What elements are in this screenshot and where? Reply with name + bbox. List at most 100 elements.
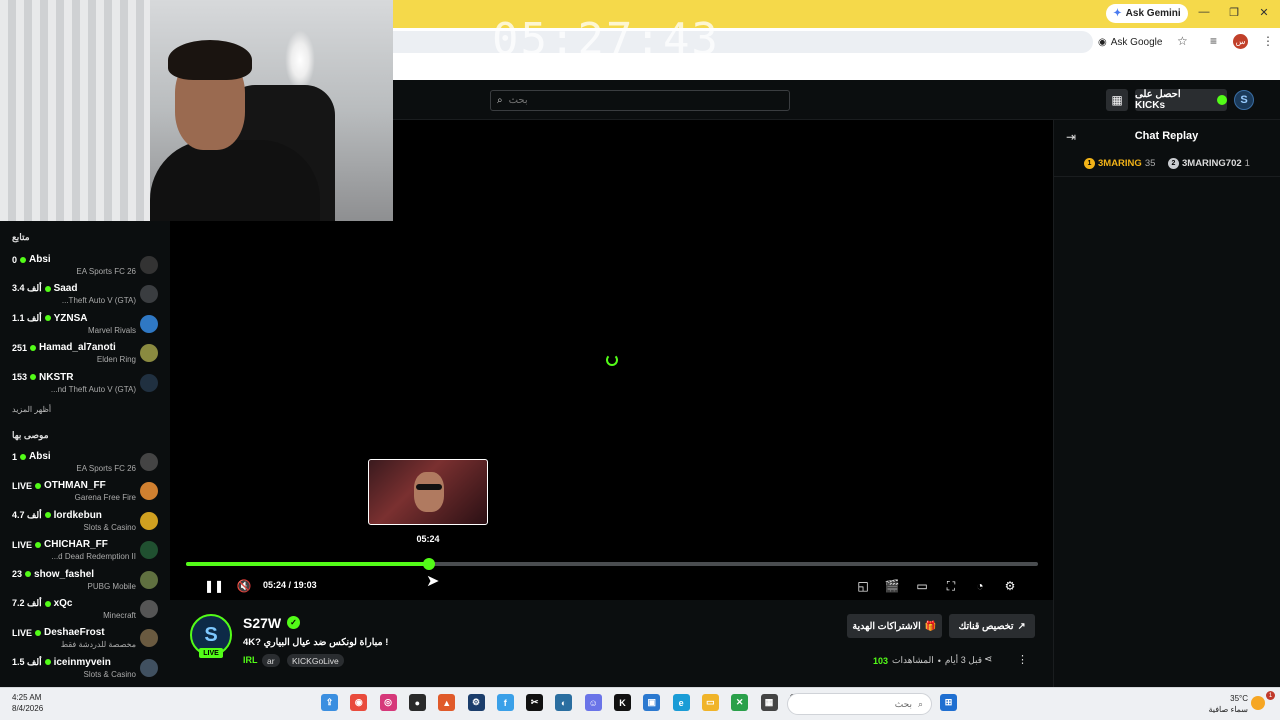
sidebar-channel-row[interactable]: LIVE DeshaeFrost مخصصة للدردشة فقط bbox=[0, 625, 170, 654]
dashboard-button[interactable]: ▦ bbox=[1106, 89, 1128, 111]
chrome-icon[interactable]: ◉ bbox=[350, 694, 368, 711]
channel-avatar[interactable] bbox=[140, 285, 158, 304]
channel-avatar[interactable] bbox=[140, 256, 158, 274]
clip-button[interactable]: 🎬 bbox=[884, 578, 900, 594]
profile-avatar[interactable]: س bbox=[1233, 34, 1248, 49]
facebook-icon[interactable]: f bbox=[496, 694, 514, 711]
top-gifter-2[interactable]: 2 3MARING702 1 bbox=[1168, 158, 1250, 169]
ask-google-button[interactable]: ◉ Ask Google bbox=[1098, 33, 1170, 51]
media-icon[interactable]: ▦ bbox=[760, 694, 778, 711]
top-gifter-1[interactable]: 1 3MARING 35 bbox=[1084, 158, 1155, 169]
share-icon[interactable]: ⋖ bbox=[984, 654, 992, 665]
xbox-icon[interactable]: ✕ bbox=[731, 694, 749, 711]
stream-age: قبل 3 أيام bbox=[944, 655, 983, 665]
channel-avatar[interactable] bbox=[140, 453, 158, 471]
media-control-icon[interactable]: ≡ bbox=[1210, 34, 1217, 48]
customize-channel-button[interactable]: تخصيص قناتك ↗ bbox=[949, 614, 1035, 638]
user-avatar[interactable]: S bbox=[1234, 90, 1254, 110]
sidebar-channel-row[interactable]: LIVE OTHMAN_FF Garena Free Fire bbox=[0, 478, 170, 507]
channel-avatar[interactable] bbox=[140, 344, 158, 363]
streamer-hair bbox=[168, 40, 252, 80]
sidebar-channel-row[interactable]: 7.2 ألف xQc Minecraft bbox=[0, 596, 170, 625]
channel-avatar[interactable] bbox=[140, 314, 158, 333]
sidebar-channel-row[interactable]: 3.4 ألف Saad ...Theft Auto V (GTA) bbox=[0, 281, 170, 310]
live-dot-icon bbox=[30, 374, 37, 381]
seek-preview-thumbnail bbox=[368, 459, 488, 525]
fullscreen-button[interactable]: ⛶ bbox=[943, 578, 959, 594]
sidebar-channel-row[interactable]: 23 show_fashel PUBG Mobile bbox=[0, 567, 170, 596]
gifter-name: 3MARING bbox=[1098, 158, 1142, 169]
instagram-icon[interactable]: ◎ bbox=[379, 694, 397, 711]
progress-handle[interactable] bbox=[423, 558, 435, 570]
channel-avatar[interactable] bbox=[140, 658, 158, 677]
obs-icon[interactable]: ● bbox=[408, 694, 426, 711]
more-options-icon[interactable]: ⋮ bbox=[1017, 653, 1028, 666]
gifter-name: 3MARING702 bbox=[1182, 158, 1242, 169]
steam-icon[interactable]: ⚙ bbox=[467, 694, 485, 711]
sidebar-channel-row[interactable]: 1.1 ألف YZNSA Marvel Rivals bbox=[0, 311, 170, 340]
bookmark-star-icon[interactable]: ☆ bbox=[1177, 34, 1188, 48]
close-icon[interactable]: ✕ bbox=[1256, 6, 1272, 19]
channel-category: مخصصة للدردشة فقط bbox=[60, 640, 136, 650]
taskbar-search[interactable]: بحث ⌕ bbox=[787, 693, 932, 715]
ask-google-label: Ask Google bbox=[1110, 36, 1163, 48]
video-player[interactable] bbox=[170, 221, 1053, 600]
sidebar-channel-row[interactable]: 251 Hamad_al7anoti Elden Ring bbox=[0, 340, 170, 369]
windows-start-icon[interactable]: ⊞ bbox=[940, 694, 957, 711]
discord-icon[interactable]: ☺ bbox=[584, 694, 602, 711]
streamer-name[interactable]: S27W bbox=[243, 615, 281, 631]
kick-icon[interactable]: K bbox=[614, 694, 631, 711]
sidebar-channel-row[interactable]: LIVE CHICHAR_FF ...d Dead Redemption II bbox=[0, 537, 170, 566]
tag-language[interactable]: ar bbox=[262, 654, 280, 667]
notification-badge[interactable]: 1 bbox=[1266, 691, 1275, 700]
minimize-icon[interactable]: — bbox=[1196, 6, 1212, 18]
gear-icon: ⚙ bbox=[1004, 579, 1016, 593]
mute-button[interactable]: 🔇 bbox=[236, 578, 252, 594]
folder-icon[interactable]: ▭ bbox=[701, 694, 719, 711]
channel-avatar[interactable] bbox=[140, 600, 158, 618]
category-link[interactable]: IRL bbox=[243, 655, 258, 665]
file-explorer-alt-icon[interactable]: ⇪ bbox=[321, 694, 338, 711]
time-display: 05:24 / 19:03 bbox=[263, 580, 317, 590]
sidebar-channel-row[interactable]: 1.5 ألف iceinmyvein Slots & Casino bbox=[0, 655, 170, 684]
show-more-link[interactable]: أظهر المزيد bbox=[12, 405, 51, 414]
channel-avatar[interactable] bbox=[140, 629, 158, 648]
gift-subscriptions-button[interactable]: الاشتراكات الهدية 🎁 bbox=[847, 614, 942, 638]
sidebar-channel-row[interactable]: 1 Absi EA Sports FC 26 bbox=[0, 449, 170, 478]
gold-rank-icon: 1 bbox=[1084, 158, 1095, 169]
channel-viewers: 1 Absi bbox=[12, 451, 51, 462]
edge-beta-icon[interactable]: ◐ bbox=[555, 694, 573, 711]
theater-mode-button[interactable]: ▭ bbox=[914, 578, 930, 594]
store-icon[interactable]: ▣ bbox=[643, 694, 661, 711]
restore-icon[interactable]: ❐ bbox=[1226, 6, 1242, 19]
channel-avatar[interactable] bbox=[140, 541, 158, 560]
capcut-icon[interactable]: ✂ bbox=[526, 694, 544, 711]
chrome-menu-icon[interactable]: ⋮ bbox=[1262, 34, 1274, 48]
miniplayer-button[interactable]: ◱ bbox=[855, 578, 871, 594]
channel-avatar[interactable] bbox=[140, 482, 158, 501]
channel-avatar[interactable] bbox=[140, 511, 158, 530]
channel-avatar[interactable] bbox=[140, 570, 158, 589]
ask-gemini-button[interactable]: ✦ Ask Gemini bbox=[1106, 4, 1188, 23]
taskbar-clock[interactable]: 4:25 AM 8/4/2026 bbox=[12, 692, 43, 714]
search-box[interactable]: ⌕ bbox=[490, 90, 790, 111]
sidebar-channel-row[interactable]: 4.7 ألف lordkebun Slots & Casino bbox=[0, 508, 170, 537]
top-gifters-bar: 1 3MARING 35 2 3MARING702 1 bbox=[1053, 153, 1280, 177]
get-kicks-button[interactable]: احصل على KICKs bbox=[1135, 89, 1227, 111]
clip-icon: 🎬 bbox=[884, 579, 900, 593]
sidebar-channel-row[interactable]: 153 NKSTR ...nd Theft Auto V (GTA) bbox=[0, 370, 170, 399]
fullscreen-icon: ⛶ bbox=[946, 578, 956, 593]
search-input[interactable] bbox=[508, 95, 759, 106]
edge-icon[interactable]: e bbox=[672, 694, 690, 711]
channel-name: Absi bbox=[29, 451, 51, 462]
pause-button[interactable]: ❚❚ bbox=[204, 578, 224, 594]
settings-button[interactable]: ⚙ bbox=[1002, 578, 1018, 594]
brave-icon[interactable]: ▲ bbox=[438, 694, 456, 711]
weather-widget[interactable]: 35°C سماء صافية bbox=[1196, 693, 1248, 715]
gift-icon: 🎁 bbox=[924, 620, 937, 632]
playback-speed-button[interactable]: ◔ bbox=[972, 578, 988, 594]
sidebar-channel-row[interactable]: 0 Absi EA Sports FC 26 bbox=[0, 252, 170, 281]
tag-kickgolive[interactable]: KICKGoLive bbox=[287, 654, 344, 667]
clock-date: 8/4/2026 bbox=[12, 704, 44, 713]
channel-avatar[interactable] bbox=[140, 373, 158, 392]
